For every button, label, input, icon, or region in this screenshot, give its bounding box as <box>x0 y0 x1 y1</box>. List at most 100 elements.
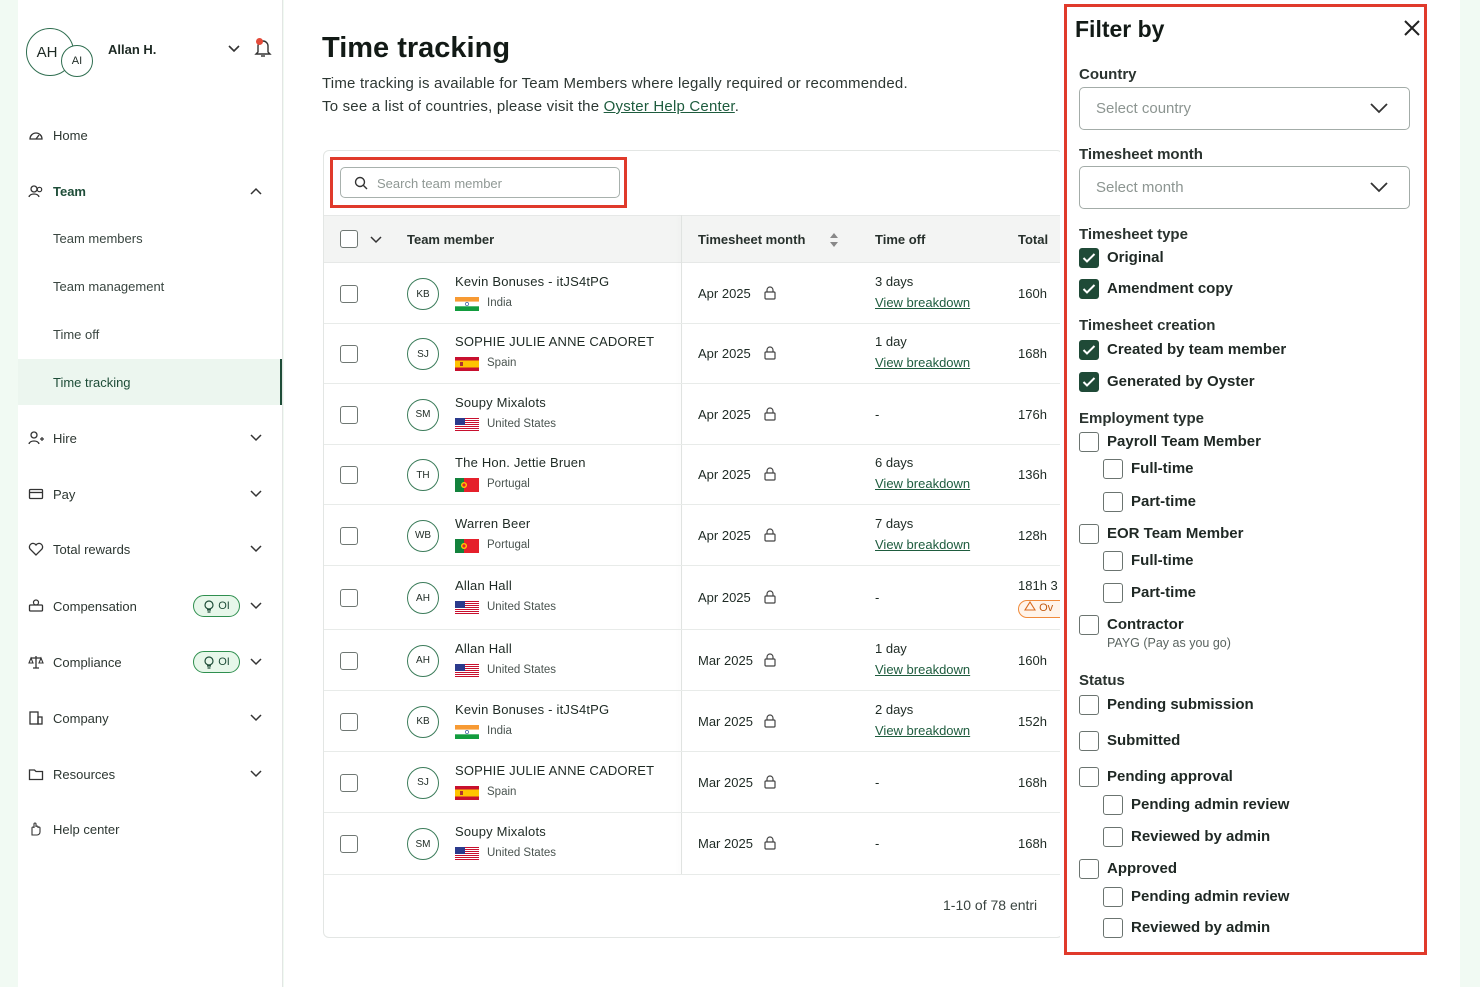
sidebar-item-team[interactable]: Team <box>18 168 282 214</box>
filter-option-reviewed-by-admin[interactable]: Reviewed by admin <box>1103 827 1270 847</box>
country-select[interactable]: Select country <box>1079 87 1410 130</box>
chevron-down-icon[interactable] <box>228 42 240 56</box>
filter-option-approved[interactable]: Approved <box>1079 859 1177 879</box>
table-row[interactable]: KB Kevin Bonuses - itJS4tPG India Apr 2025 3… <box>324 264 1062 324</box>
filter-option-pending-submission[interactable]: Pending submission <box>1079 695 1254 715</box>
sort-icon[interactable] <box>829 232 839 248</box>
view-breakdown-link[interactable]: View breakdown <box>875 723 970 738</box>
filter-option-reviewed-by-admin[interactable]: Reviewed by admin <box>1103 918 1270 938</box>
view-breakdown-link[interactable]: View breakdown <box>875 295 970 310</box>
oyster-insights-badge[interactable]: OI <box>193 595 240 617</box>
sidebar-item-team-management[interactable]: Team management <box>18 263 282 309</box>
lock-icon <box>764 467 776 481</box>
sidebar-item-total-rewards[interactable]: Total rewards <box>18 526 282 572</box>
column-header-total: Total <box>1018 232 1049 247</box>
table-row[interactable]: KB Kevin Bonuses - itJS4tPG India Mar 2025 2… <box>324 691 1062 752</box>
table-row[interactable]: SM Soupy Mixalots United States Apr 2025 - 17… <box>324 384 1062 445</box>
sidebar-item-compensation[interactable]: Compensation OI <box>18 583 282 629</box>
filter-option-pending-admin-review[interactable]: Pending admin review <box>1103 887 1289 907</box>
filter-option-created-by-team-member[interactable]: Created by team member <box>1079 340 1286 360</box>
avatar: TH <box>407 459 439 491</box>
chevron-down-icon[interactable] <box>370 236 382 244</box>
table-row[interactable]: AH Allan Hall United States Mar 2025 1 day Vi… <box>324 630 1062 691</box>
filter-option-full-time[interactable]: Full-time <box>1103 551 1194 571</box>
view-breakdown-link[interactable]: View breakdown <box>875 476 970 491</box>
notification-dot <box>256 38 263 45</box>
view-breakdown-link[interactable]: View breakdown <box>875 537 970 552</box>
row-checkbox[interactable] <box>340 345 358 363</box>
filter-checkbox[interactable] <box>1079 731 1099 751</box>
filter-checkbox[interactable] <box>1103 827 1123 847</box>
filter-option-amendment-copy[interactable]: Amendment copy <box>1079 279 1233 299</box>
filter-option-full-time[interactable]: Full-time <box>1103 459 1194 479</box>
sidebar-item-hire[interactable]: Hire <box>18 415 282 461</box>
view-breakdown-link[interactable]: View breakdown <box>875 355 970 370</box>
filter-checkbox[interactable] <box>1079 248 1099 268</box>
filter-option-pending-admin-review[interactable]: Pending admin review <box>1103 795 1289 815</box>
row-checkbox[interactable] <box>340 773 358 792</box>
table-row[interactable]: SJ SOPHIE JULIE ANNE CADORET Spain Apr 2025… <box>324 324 1062 384</box>
filter-option-payroll-team-member[interactable]: Payroll Team Member <box>1079 432 1261 452</box>
row-checkbox[interactable] <box>340 526 358 545</box>
filter-checkbox[interactable] <box>1079 695 1099 715</box>
close-icon[interactable] <box>1403 19 1421 41</box>
filter-checkbox[interactable] <box>1079 524 1099 544</box>
sidebar-item-time-tracking[interactable]: Time tracking <box>18 359 282 405</box>
sidebar-item-company[interactable]: Company <box>18 695 282 741</box>
filter-checkbox[interactable] <box>1079 432 1099 452</box>
row-checkbox[interactable] <box>340 835 358 853</box>
search-input[interactable] <box>377 173 607 193</box>
sidebar-item-help-center[interactable]: Help center <box>18 806 282 852</box>
table-row[interactable]: SM Soupy Mixalots United States Mar 2025 - 16… <box>324 813 1062 875</box>
filter-checkbox[interactable] <box>1103 918 1123 938</box>
filter-option-part-time[interactable]: Part-time <box>1103 583 1196 603</box>
sidebar-item-pay[interactable]: Pay <box>18 471 282 517</box>
filter-checkbox[interactable] <box>1079 340 1099 360</box>
table-row[interactable]: AH Allan Hall United States Apr 2025 - 181h 3… <box>324 566 1062 630</box>
table-row[interactable]: WB Warren Beer Portugal Apr 2025 7 days View … <box>324 505 1062 566</box>
filter-option-eor-team-member[interactable]: EOR Team Member <box>1079 524 1243 544</box>
filter-checkbox[interactable] <box>1103 459 1123 479</box>
month-select[interactable]: Select month <box>1079 166 1410 209</box>
table-row[interactable]: SJ SOPHIE JULIE ANNE CADORET Spain Mar 2025… <box>324 752 1062 813</box>
help-center-link[interactable]: Oyster Help Center <box>604 98 735 115</box>
row-checkbox[interactable] <box>340 651 358 670</box>
view-breakdown-link[interactable]: View breakdown <box>875 662 970 677</box>
filter-option-part-time[interactable]: Part-time <box>1103 492 1196 512</box>
column-header-timesheet-month[interactable]: Timesheet month <box>698 232 805 247</box>
filter-checkbox[interactable] <box>1079 615 1099 635</box>
filter-checkbox[interactable] <box>1103 492 1123 512</box>
filter-option-contractor[interactable]: Contractor PAYG (Pay as you go) <box>1079 615 1231 652</box>
filter-checkbox[interactable] <box>1103 795 1123 815</box>
filter-checkbox[interactable] <box>1103 551 1123 571</box>
select-all-checkbox[interactable] <box>340 230 358 248</box>
warning-icon <box>1024 600 1036 611</box>
row-checkbox[interactable] <box>340 285 358 303</box>
filter-option-generated-by-oyster[interactable]: Generated by Oyster <box>1079 372 1255 392</box>
oyster-insights-badge[interactable]: OI <box>193 651 240 673</box>
row-checkbox[interactable] <box>340 466 358 484</box>
filter-checkbox[interactable] <box>1103 887 1123 907</box>
status-label: Status <box>1079 672 1125 689</box>
row-checkbox[interactable] <box>340 712 358 731</box>
filter-checkbox[interactable] <box>1079 372 1099 392</box>
filter-option-original[interactable]: Original <box>1079 248 1164 268</box>
row-checkbox[interactable] <box>340 405 358 424</box>
search-box[interactable] <box>340 167 620 198</box>
folder-icon <box>28 769 44 781</box>
filter-checkbox[interactable] <box>1079 859 1099 879</box>
filter-checkbox[interactable] <box>1079 279 1099 299</box>
sidebar-item-time-off[interactable]: Time off <box>18 311 282 357</box>
chevron-down-icon <box>250 714 262 722</box>
filter-checkbox[interactable] <box>1103 583 1123 603</box>
filter-option-submitted[interactable]: Submitted <box>1079 731 1180 751</box>
table-row[interactable]: TH The Hon. Jettie Bruen Portugal Apr 2025 6… <box>324 445 1062 505</box>
sidebar-item-resources[interactable]: Resources <box>18 751 282 797</box>
sidebar-item-compliance[interactable]: Compliance OI <box>18 639 282 685</box>
filter-checkbox[interactable] <box>1079 767 1099 787</box>
sidebar-item-home[interactable]: Home <box>18 112 282 158</box>
sidebar-item-team-members[interactable]: Team members <box>18 215 282 261</box>
profile-switcher[interactable]: AH AI Allan H. <box>26 28 276 78</box>
row-checkbox[interactable] <box>340 589 358 607</box>
filter-option-pending-approval[interactable]: Pending approval <box>1079 767 1233 787</box>
